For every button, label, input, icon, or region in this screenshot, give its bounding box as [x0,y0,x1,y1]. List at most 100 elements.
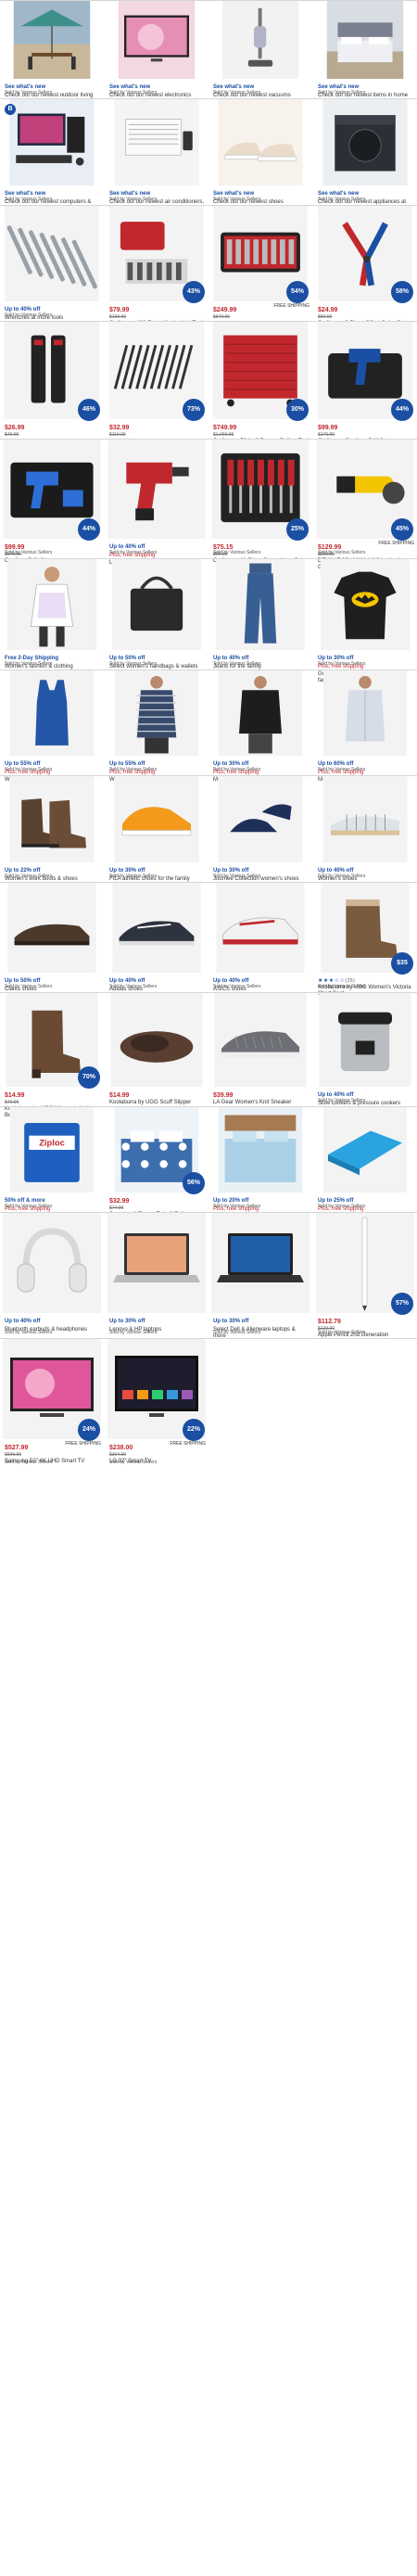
product-image[interactable] [3,99,101,185]
product-card[interactable]: Up to 30% off Journee Collection women's … [208,776,312,883]
product-image[interactable] [316,776,414,862]
product-image[interactable] [107,1213,206,1313]
product-image[interactable] [3,1,101,79]
product-image[interactable] [316,559,414,650]
product-card[interactable]: See what's new Check out our newest shoes… [208,99,312,206]
product-card[interactable]: See what's new Check out our newest items… [313,1,417,99]
product-image[interactable] [211,99,310,185]
price: $238.00 [109,1445,133,1451]
product-image[interactable] [211,883,310,973]
product-card[interactable]: See what's new Check out our newest air c… [105,99,208,211]
price: $32.99 [109,1198,130,1205]
product-card[interactable]: Up to 40% off Jeans for the family Sold by… [208,559,312,670]
product-image[interactable] [3,670,101,756]
product-image[interactable] [3,1213,101,1313]
product-card[interactable]: Up to 30% off FILA athletic shoes for the… [105,776,208,883]
product-image[interactable] [3,559,101,650]
discount-badge: $35 [391,952,413,975]
product-image[interactable] [107,883,206,973]
product-card[interactable]: 44%$99.99$179.99Craftsman Cordless Drill… [313,322,417,444]
price: $14.99 [109,1092,130,1099]
discount-badge: 73% [183,399,205,421]
was-price: $699.99 [5,1452,22,1458]
product-card[interactable]: $39.99 LA Gear Women's Knit Sneaker [208,993,312,1107]
product-image[interactable] [211,1,310,79]
product-image[interactable] [316,670,414,756]
discount-badge: 30% [286,399,309,421]
product-image[interactable] [211,993,310,1087]
product-card[interactable]: 43%$79.99$139.99Craftsman 102-Piece Mech… [105,206,208,333]
product-image[interactable] [211,776,310,862]
product-image[interactable] [107,1,206,79]
product-card[interactable]: Up to 55% offPlus, free shippingWomen's … [105,670,208,783]
seller-note: Sold by Various Sellers [5,197,53,202]
product-card[interactable]: See what's new Check out our newest appli… [313,99,417,211]
product-card[interactable]: Up to 40% off Women's shoes Sold by Variou… [313,776,417,883]
product-card[interactable]: 45%FREE SHIPPING$129.99$239.99DEWALT 20V… [313,440,417,570]
seller-note: Sold by Various Sellers [213,90,261,96]
product-image[interactable] [316,1107,414,1192]
product-image[interactable] [107,670,206,756]
product-card[interactable]: Up to 60% offPlus, free shippingMen's dr… [313,670,417,783]
product-image[interactable] [107,993,206,1087]
product-image[interactable] [316,1,414,79]
product-image[interactable] [3,776,101,862]
product-image[interactable] [316,99,414,185]
product-image[interactable] [211,670,310,756]
seller-note: Sold by Various Sellers [213,550,261,555]
product-image[interactable] [107,776,206,862]
product-image[interactable] [211,559,310,650]
product-card[interactable]: 73%$32.99$119.99★★★★☆(89)Craftsman 44-Pi… [105,322,208,457]
product-image[interactable] [211,1107,310,1192]
was-price: $139.99 [109,314,127,320]
product-card[interactable]: Up to 55% offPlus, free shippingWomen's … [0,670,104,783]
product-card[interactable]: Up to 30% off Lenovo & HP laptops Sold by … [105,1213,208,1339]
product-card[interactable]: 30%$749.99$1,069.99Craftsman 52 in. 8-Dr… [208,322,312,451]
product-card[interactable]: See what's new Check out our newest outdo… [0,1,104,99]
product-card[interactable]: $35 ★★★☆☆(25) Koolaburra by UGG Women's Vi… [313,883,417,997]
product-card[interactable]: Up to 40% off Wrenches at more tools Sold … [0,206,104,322]
seller-note: Sold by Various Sellers [213,661,261,667]
product-image[interactable] [107,440,206,539]
product-image[interactable]: Ziploc [3,1107,101,1192]
product-image[interactable] [316,993,414,1087]
product-image[interactable] [211,1213,310,1313]
product-image[interactable] [107,559,206,650]
product-card[interactable]: 54%FREE SHIPPING$249.99$549.99★★★☆☆(13)C… [208,206,312,339]
product-row: Ziploc50% off & morePlus, free shippingF… [0,1106,417,1224]
product-card[interactable]: Up to 40% off Slow cookers & pressure coo… [313,993,417,1107]
product-card[interactable]: See what's new Check out our newest elect… [105,1,208,99]
product-card[interactable]: 44%$99.99$179.99Cordless Drill KitSold b… [0,440,104,564]
product-card[interactable]: Up to 25% offPlus, free shippingMattress… [313,1107,417,1219]
product-card[interactable]: Up to 30% off Select Dell & Alienware lap… [208,1213,312,1339]
product-card[interactable]: 22% FREE SHIPPING $238.00 $304.99 LG 32" Sma… [105,1339,208,1469]
product-card[interactable]: Up to 40% offPlus, free shippingLift you… [105,440,208,566]
product-card[interactable]: Up to 22% off Women's work boots & shoes S… [0,776,104,883]
product-image[interactable] [3,206,101,301]
product-card[interactable]: Up to 50% off Select women's handbags & w… [105,559,208,670]
product-card[interactable]: B See what's new Check out our newest comp… [0,99,104,211]
product-card[interactable]: 58%$24.99$59.99Craftsman 3-Piece Offset … [313,206,417,326]
seller-note: Sold by Various Sellers [318,874,366,879]
product-card[interactable]: 70%$14.99$49.99Koolaburra by UGG Women's… [0,993,104,1118]
product-card[interactable]: Up to 20% offPlus, free shippingHome bed… [208,1107,312,1219]
product-description: LA Gear Women's Knit Sneaker [213,1100,292,1105]
product-card[interactable]: Up to 40% off Bluetooth earbuds & headpho… [0,1213,104,1339]
product-card[interactable]: Up to 40% off Adidas shoes Sold by Various… [105,883,208,993]
product-card[interactable]: 25%$75.15$99.99Craftsman 11-Piece Screwd… [208,440,312,564]
product-card[interactable]: Up to 50% off Clarks shoes Sold by Various… [0,883,104,993]
product-card[interactable]: Up to 30% offPlus, free shippingGraphic … [313,559,417,683]
product-card[interactable]: Ziploc50% off & morePlus, free shippingF… [0,1107,104,1219]
product-card[interactable]: Free 2-Day Shipping Women's fashion & clo… [0,559,104,670]
product-row: Up to 22% off Women's work boots & shoes S… [0,775,417,882]
product-card[interactable]: $14.99 Koolaburra by UGG Scuff Slipper [105,993,208,1107]
product-card[interactable]: Up to 40% off ASICS shoes Sold by Various … [208,883,312,993]
product-card[interactable]: See what's new Check out our newest vacuu… [208,1,312,99]
product-card[interactable]: 24% FREE SHIPPING $527.99 $699.99 Samsung 50… [0,1339,104,1469]
product-image[interactable] [3,883,101,973]
product-card[interactable]: Up to 30% offPlus, free shippingMen's cl… [208,670,312,783]
product-card[interactable]: 46%$26.99$49.99★★★★☆(10)Craftsman 18-Pie… [0,322,104,457]
product-card[interactable]: 57% $112.79 $129.00 Apple Pencil 2nd Genera… [313,1213,417,1339]
product-card[interactable]: 56%$32.99$74.99Spandex & Fleece Twin & F… [105,1107,208,1224]
product-image[interactable] [107,99,206,185]
